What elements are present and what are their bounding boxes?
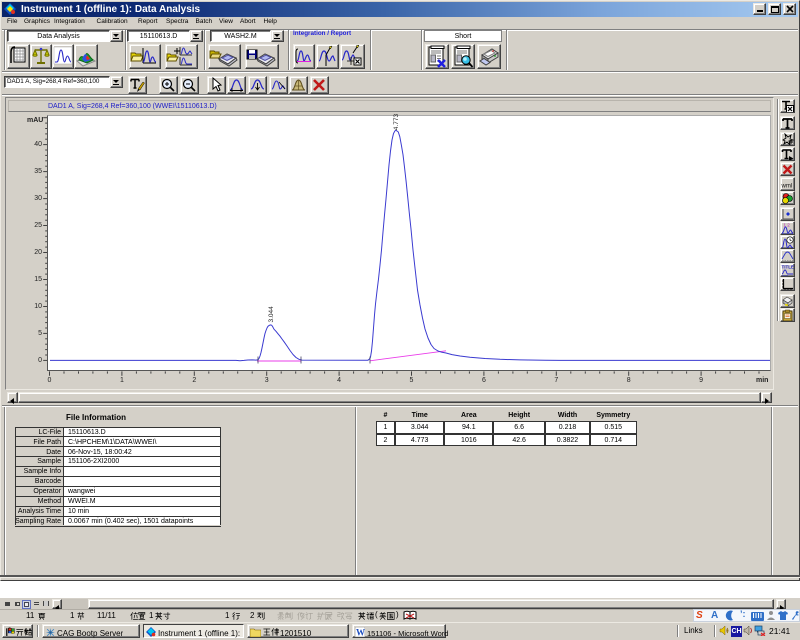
svg-text:TITLE: TITLE — [782, 264, 795, 269]
svg-text:4.773: 4.773 — [393, 114, 400, 131]
svg-text:3.044: 3.044 — [268, 306, 275, 323]
svg-text:wml: wml — [781, 184, 792, 190]
svg-text:W: W — [356, 628, 365, 638]
svg-text:1 2: 1 2 — [784, 223, 791, 228]
